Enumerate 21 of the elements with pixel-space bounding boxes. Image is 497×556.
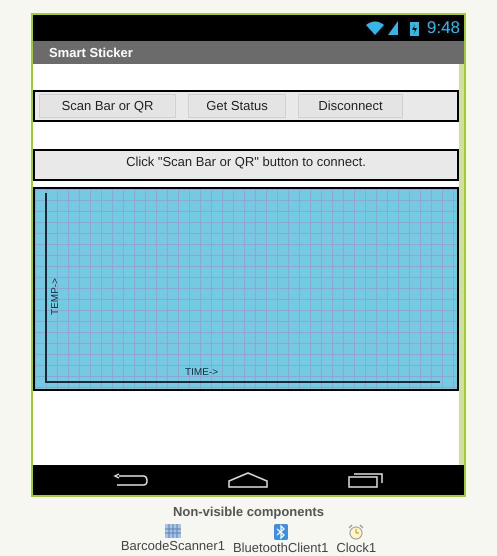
action-button[interactable]: Scan Bar or QR xyxy=(39,94,176,118)
x-axis-label: TIME-> xyxy=(185,366,218,380)
section-heading: Non-visible components xyxy=(173,503,324,521)
wifi-icon xyxy=(366,21,384,35)
status-label: Click "Scan Bar or QR" button to connect. xyxy=(33,149,459,181)
home-icon xyxy=(228,472,268,488)
status-time: 9:48 xyxy=(426,17,460,40)
app-title: Smart Sticker xyxy=(49,44,133,62)
battery-icon xyxy=(410,20,419,36)
component-label: BarcodeScanner1 xyxy=(120,538,225,554)
action-button[interactable]: Get Status xyxy=(188,94,286,118)
back-icon xyxy=(112,473,149,487)
y-axis-label: TEMP-> xyxy=(48,278,62,315)
recent-apps-icon xyxy=(348,472,384,488)
component-label: BluetoothClient1 xyxy=(232,540,328,556)
barcode-grid-icon[interactable] xyxy=(164,524,181,538)
bluetooth-icon[interactable] xyxy=(274,524,288,540)
component-label: Clock1 xyxy=(336,540,376,556)
action-button[interactable]: Disconnect xyxy=(298,94,403,118)
signal-icon xyxy=(388,21,398,35)
alarm-clock-icon[interactable] xyxy=(348,524,364,540)
